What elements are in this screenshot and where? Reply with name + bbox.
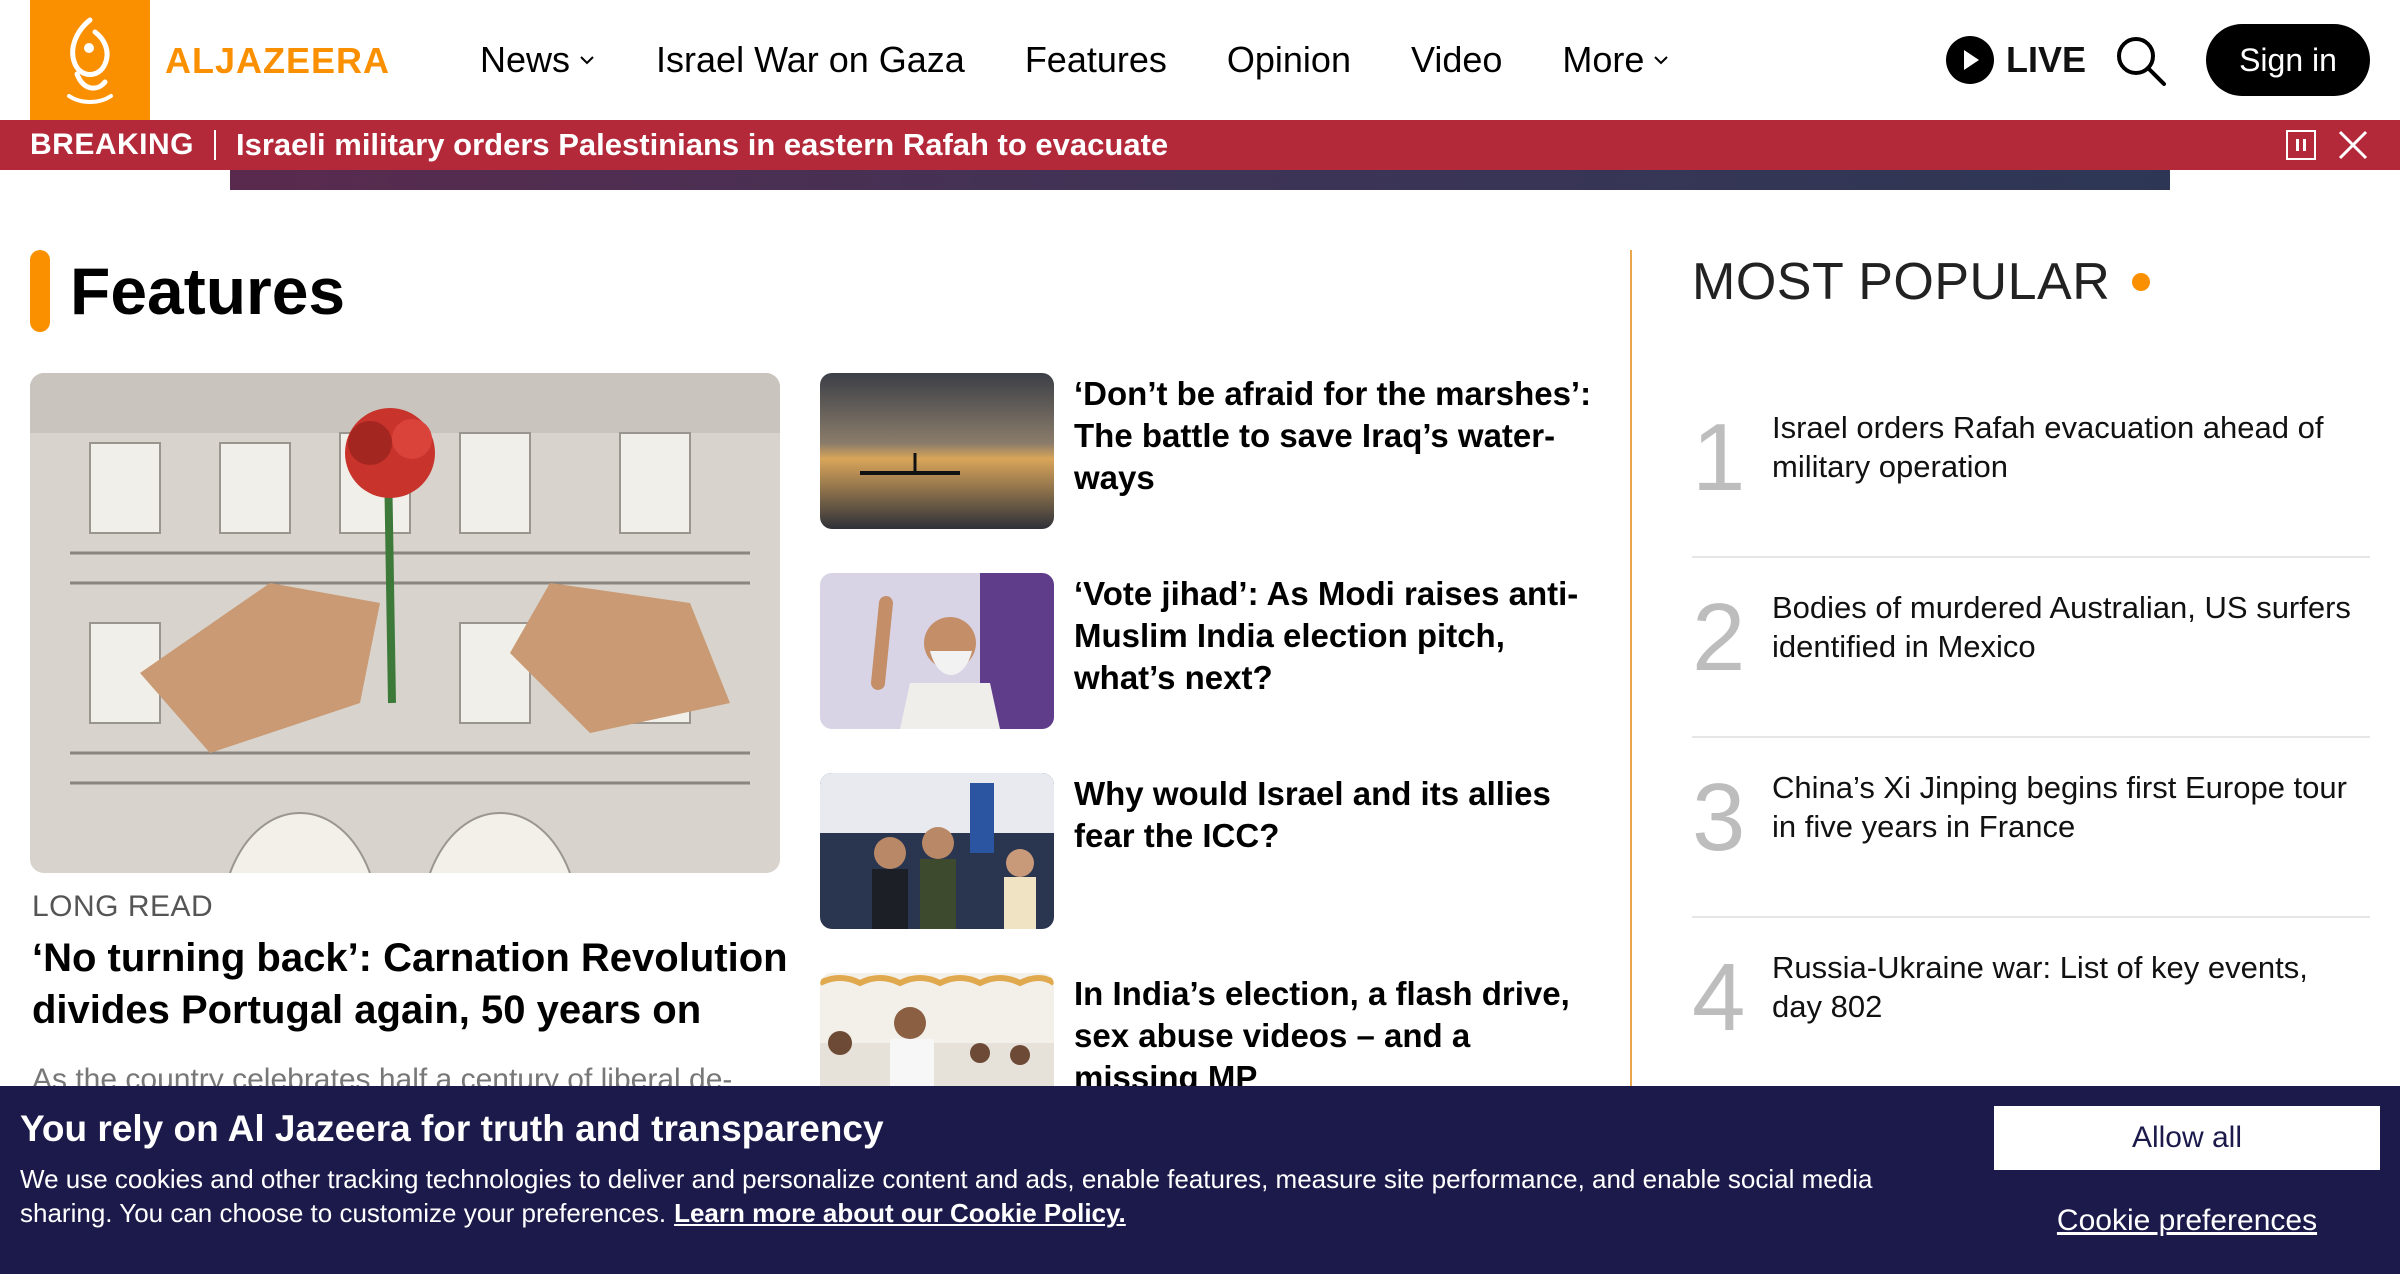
- card-headline[interactable]: ‘Vote jihad’: As Modi raises anti-Muslim…: [1074, 573, 1594, 699]
- cookie-policy-link[interactable]: Learn more about our Cookie Policy.: [674, 1198, 1126, 1228]
- breaking-label: BREAKING: [30, 128, 195, 161]
- pause-icon[interactable]: [2286, 130, 2316, 160]
- play-icon: [1946, 36, 1994, 84]
- most-popular-headline[interactable]: Russia-Ukraine war: List of key events, …: [1772, 948, 2362, 1026]
- most-popular-headline[interactable]: China’s Xi Jinping begins first Europe t…: [1772, 768, 2362, 846]
- most-popular-heading: MOST POPULAR: [1692, 252, 2151, 312]
- cookie-banner-title: You rely on Al Jazeera for truth and tra…: [20, 1108, 884, 1149]
- most-popular-item[interactable]: 3 China’s Xi Jinping begins first Europe…: [1692, 738, 2370, 918]
- chevron-down-icon: [1654, 56, 1669, 65]
- chevron-down-icon: [580, 56, 594, 65]
- card-thumbnail[interactable]: [820, 573, 1054, 729]
- most-popular-item[interactable]: 2 Bodies of murdered Australian, US surf…: [1692, 558, 2370, 738]
- allow-all-button[interactable]: Allow all: [1994, 1106, 2380, 1170]
- section-accent-bar: [30, 250, 50, 332]
- live-dot-icon: [2132, 273, 2151, 291]
- ad-banner-edge: [230, 170, 2170, 190]
- nav-item-news[interactable]: News: [480, 39, 596, 81]
- nav-item-video[interactable]: Video: [1411, 39, 1502, 81]
- nav-item-more[interactable]: More: [1562, 39, 1670, 81]
- card-thumbnail[interactable]: [820, 373, 1054, 529]
- hero-headline[interactable]: ‘No turning back’: Carnation Revolution …: [32, 932, 792, 1036]
- close-icon[interactable]: [2336, 128, 2370, 162]
- aljazeera-logo[interactable]: [30, 0, 150, 120]
- most-popular-item[interactable]: 4 Russia-Ukraine war: List of key events…: [1692, 918, 2370, 1098]
- aljazeera-emblem-icon: [67, 17, 113, 104]
- card-headline[interactable]: ‘Don’t be afraid for the marshes’: The b…: [1074, 373, 1594, 499]
- breaking-news-bar: BREAKING Israeli military orders Palesti…: [0, 120, 2400, 170]
- nav-item-features[interactable]: Features: [1025, 39, 1167, 81]
- feature-card[interactable]: ‘Vote jihad’: As Modi raises anti-Muslim…: [820, 573, 1580, 729]
- most-popular-headline[interactable]: Israel orders Rafah evacuation ahead of …: [1772, 408, 2362, 486]
- hero-image[interactable]: [30, 373, 780, 873]
- rank-number: 2: [1692, 584, 1746, 691]
- section-title: Features: [70, 254, 346, 328]
- sign-in-button[interactable]: Sign in: [2206, 24, 2370, 96]
- breaking-divider: [214, 130, 217, 160]
- live-link[interactable]: LIVE: [1946, 36, 2086, 84]
- breaking-headline[interactable]: Israeli military orders Palestinians in …: [236, 127, 1168, 163]
- hero-category-tag[interactable]: LONG READ: [32, 890, 213, 924]
- rank-number: 1: [1692, 404, 1746, 511]
- cookie-banner: You rely on Al Jazeera for truth and tra…: [0, 1086, 2400, 1274]
- card-headline[interactable]: In India’s election, a flash drive, sex …: [1074, 973, 1594, 1099]
- cookie-banner-text: We use cookies and other tracking techno…: [20, 1164, 1873, 1228]
- main-nav: News Israel War on Gaza Features Opinion…: [480, 0, 1730, 120]
- card-headline[interactable]: Why would Israel and its allies fear the…: [1074, 773, 1594, 857]
- site-header: ALJAZEERA News Israel War on Gaza Featur…: [0, 0, 2400, 120]
- search-icon[interactable]: [2114, 34, 2168, 88]
- nav-item-israel-war-on-gaza[interactable]: Israel War on Gaza: [656, 39, 965, 81]
- feature-card[interactable]: ‘Don’t be afraid for the marshes’: The b…: [820, 373, 1591, 529]
- cookie-preferences-link[interactable]: Cookie preferences: [1994, 1204, 2380, 1238]
- feature-card[interactable]: Why would Israel and its allies fear the…: [820, 773, 1580, 929]
- rank-number: 4: [1692, 944, 1746, 1051]
- most-popular-headline[interactable]: Bodies of murdered Australian, US surfer…: [1772, 588, 2362, 666]
- most-popular-item[interactable]: 1 Israel orders Rafah evacuation ahead o…: [1692, 378, 2370, 558]
- rank-number: 3: [1692, 764, 1746, 871]
- column-divider: [1630, 250, 1632, 1090]
- card-thumbnail[interactable]: [820, 773, 1054, 929]
- nav-item-opinion[interactable]: Opinion: [1227, 39, 1351, 81]
- brand-wordmark[interactable]: ALJAZEERA: [165, 40, 390, 82]
